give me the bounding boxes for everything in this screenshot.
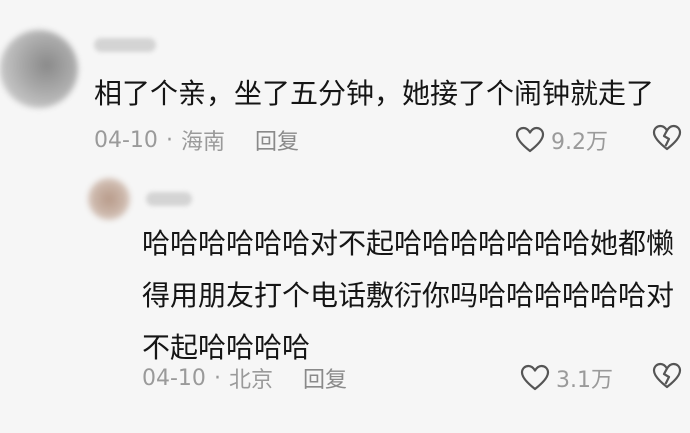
like-count: 9.2万 <box>551 130 608 155</box>
avatar[interactable] <box>88 178 130 220</box>
broken-heart-icon <box>652 362 682 389</box>
like-button[interactable]: 9.2万 <box>515 124 608 156</box>
username[interactable] <box>94 38 156 52</box>
dislike-button[interactable] <box>652 362 682 394</box>
avatar[interactable] <box>0 30 78 108</box>
meta-separator: · <box>165 127 173 153</box>
heart-outline-icon <box>520 364 550 391</box>
meta-separator: · <box>213 365 221 391</box>
broken-heart-icon <box>652 124 682 151</box>
username[interactable] <box>146 192 192 206</box>
like-count: 3.1万 <box>556 368 613 393</box>
dislike-button[interactable] <box>652 124 682 156</box>
comment-text: 哈哈哈哈哈哈对不起哈哈哈哈哈哈哈她都懒得用朋友打个电话敷衍你吗哈哈哈哈哈哈对不起… <box>142 227 675 364</box>
comment-location: 北京 <box>228 368 273 393</box>
comment-meta: 04-10 · 北京 回复 <box>142 362 347 394</box>
comment-date: 04-10 <box>94 127 158 153</box>
reply-button[interactable]: 回复 <box>303 362 347 394</box>
reply-button[interactable]: 回复 <box>255 124 299 156</box>
comment-text: 相了个亲，坐了五分钟，她接了个闹钟就走了 <box>94 77 655 110</box>
like-button[interactable]: 3.1万 <box>520 362 613 394</box>
comment-location: 海南 <box>180 130 225 155</box>
comment-meta: 04-10 · 海南 回复 <box>94 124 299 156</box>
comment-date: 04-10 <box>142 365 206 391</box>
heart-outline-icon <box>515 126 545 153</box>
